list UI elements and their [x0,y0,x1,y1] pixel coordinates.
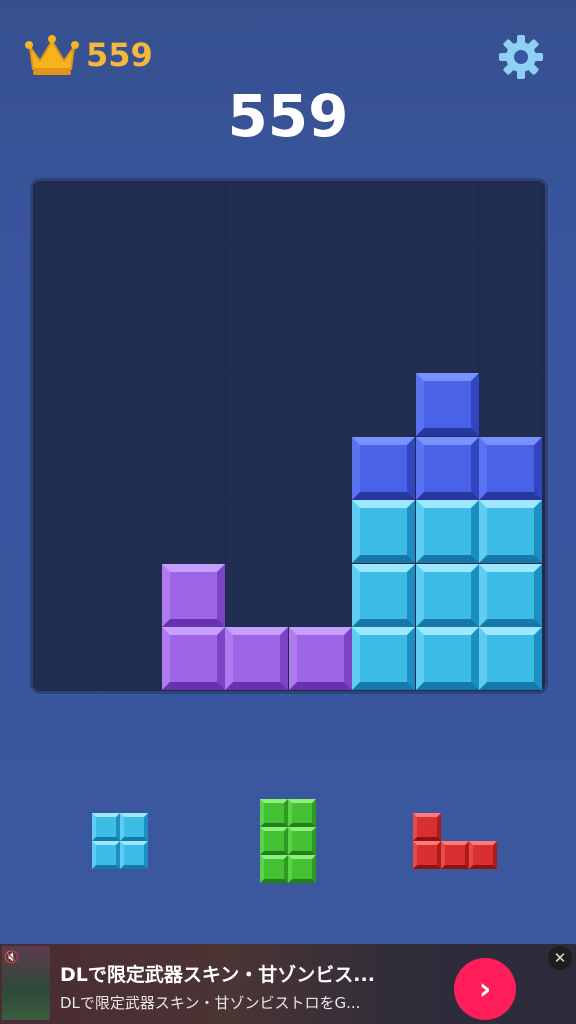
board-cell[interactable] [225,500,288,563]
board-cell[interactable] [162,183,224,245]
board-block-cyan [352,500,415,563]
board-block-blue [352,436,415,500]
best-score: 559 [24,32,153,78]
board-block-cyan [352,563,415,627]
board-cell[interactable] [35,500,97,563]
board-cell[interactable] [162,373,224,436]
mute-icon[interactable]: 🔇 [4,950,19,964]
board-cell[interactable] [35,437,97,499]
board-block-cyan [415,563,479,627]
ad-title: DLで限定武器スキン・甘ゾンビス... [60,964,375,986]
tray-block-cyan [120,841,148,869]
tray-block-green [260,827,288,855]
board-cell[interactable] [35,310,97,372]
current-score: 559 [227,82,349,150]
board-cell[interactable] [98,310,161,372]
board-cell[interactable] [289,564,351,626]
board-block-cyan [415,500,479,563]
tray-block-cyan [92,813,120,841]
board-cell[interactable] [352,246,415,309]
board-cell[interactable] [35,373,97,436]
close-icon[interactable]: ✕ [548,946,572,970]
tray-block-green [260,799,288,827]
tray-block-cyan [92,841,120,869]
board-cell[interactable] [225,183,288,245]
board-cell[interactable] [162,310,224,372]
board-cell[interactable] [225,310,288,372]
tray-block-red [469,841,497,869]
board-cell[interactable] [35,183,97,245]
board-block-cyan [415,627,479,690]
board-cell[interactable] [225,564,288,626]
board-cell[interactable] [225,437,288,499]
board-cell[interactable] [98,246,161,309]
tray-block-cyan [120,813,148,841]
board-cell[interactable] [98,183,161,245]
board-block-blue [415,436,479,500]
board-cell[interactable] [162,437,224,499]
board-block-purple [288,627,352,690]
ad-banner[interactable]: 🔇 DLで限定武器スキン・甘ゾンビス... DLで限定武器スキン・甘ゾンビストロ… [0,944,576,1024]
board-cell[interactable] [98,373,161,436]
board-cell[interactable] [416,183,478,245]
board-cell[interactable] [162,500,224,563]
tray-block-red [441,841,469,869]
tray-block-green [260,855,288,883]
board-block-purple [225,627,288,690]
board-cell[interactable] [416,310,478,372]
board-cell[interactable] [352,183,415,245]
board-cell[interactable] [35,627,97,690]
board-cell[interactable] [289,246,351,309]
board-block-purple [161,627,225,690]
board-cell[interactable] [289,373,351,436]
board-cell[interactable] [289,183,351,245]
tray-block-green [288,799,316,827]
board-cell[interactable] [352,310,415,372]
board-block-purple [161,563,225,627]
board-cell[interactable] [289,310,351,372]
gear-icon[interactable] [496,32,546,82]
board-block-cyan [479,563,542,627]
tray-block-red [413,813,441,841]
board-cell[interactable] [416,246,478,309]
board-cell[interactable] [98,627,161,690]
board-block-cyan [479,627,542,690]
board-block-cyan [479,500,542,563]
board-block-blue [415,373,479,436]
board-cell[interactable] [225,246,288,309]
board-cell[interactable] [352,373,415,436]
board-cell[interactable] [35,564,97,626]
board-cell[interactable] [289,500,351,563]
tray-block-green [288,855,316,883]
ad-description: DLで限定武器スキン・甘ゾンビストロをG... [60,994,361,1012]
board-cell[interactable] [162,246,224,309]
board-cell[interactable] [479,183,542,245]
board-cell[interactable] [289,437,351,499]
tray-block-red [413,841,441,869]
chevron-right-icon[interactable]: › [454,958,516,1020]
board-block-cyan [352,627,415,690]
best-score-value: 559 [86,36,153,74]
board-cell[interactable] [35,246,97,309]
board-cell[interactable] [479,373,542,436]
crown-icon [25,35,79,75]
board-cell[interactable] [98,500,161,563]
board-cell[interactable] [479,246,542,309]
board-cell[interactable] [98,437,161,499]
tray-block-green [288,827,316,855]
board-cell[interactable] [98,564,161,626]
game-board[interactable] [30,178,548,694]
board-cell[interactable] [225,373,288,436]
board-cell[interactable] [479,310,542,372]
board-block-blue [479,436,542,500]
